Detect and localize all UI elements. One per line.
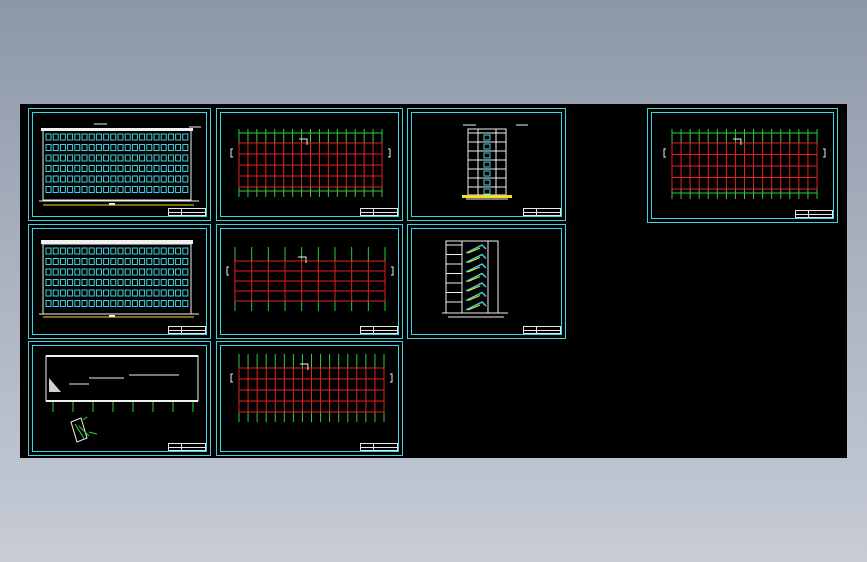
sheet-back-elevation[interactable] — [28, 224, 211, 339]
plan-drawing — [230, 129, 391, 197]
title-block — [523, 208, 561, 216]
sheet-stair-section[interactable] — [407, 224, 566, 339]
elevation-drawing — [39, 240, 199, 318]
title-block — [523, 326, 561, 334]
sheet-section[interactable] — [407, 108, 566, 221]
title-block — [168, 326, 206, 334]
elevation-drawing — [39, 123, 201, 206]
plan-drawing — [230, 354, 393, 422]
sheet-detail[interactable] — [28, 341, 211, 456]
title-block — [360, 208, 398, 216]
section-drawing — [462, 124, 528, 200]
plan-drawing — [226, 247, 394, 311]
title-block — [360, 326, 398, 334]
title-block — [360, 443, 398, 451]
plan-drawing — [663, 129, 826, 199]
stair-drawing — [442, 240, 508, 318]
title-block — [168, 443, 206, 451]
sheet-front-elevation[interactable] — [28, 108, 211, 221]
title-block — [795, 210, 833, 218]
sheet-roof-plan[interactable] — [647, 108, 838, 223]
title-block — [168, 208, 206, 216]
sheet-foundation-plan-2[interactable] — [216, 341, 403, 456]
cad-model-space[interactable] — [20, 104, 847, 458]
sheet-floor-plan[interactable] — [216, 224, 403, 339]
sheet-foundation-plan-1[interactable] — [216, 108, 403, 221]
detail-drawing — [45, 355, 199, 443]
